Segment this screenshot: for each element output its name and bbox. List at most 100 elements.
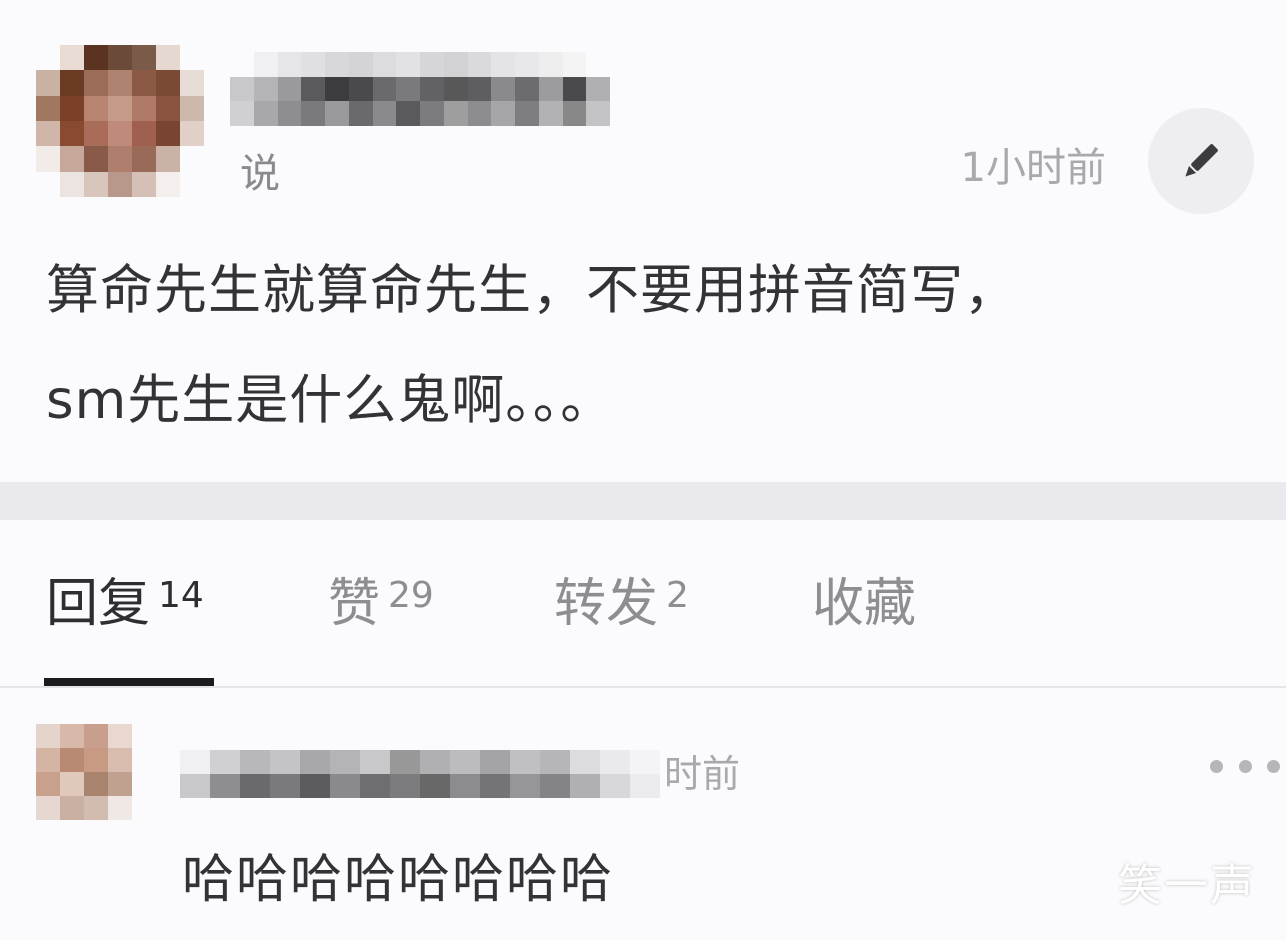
mosaic-pixel <box>108 772 132 796</box>
mosaic-pixel <box>240 774 270 798</box>
mosaic-pixel <box>330 774 360 798</box>
mosaic-pixel <box>540 750 570 774</box>
mosaic-pixel <box>586 52 610 77</box>
mosaic-pixel <box>84 70 108 96</box>
tab-like-label: 赞 <box>328 574 381 634</box>
mosaic-pixel <box>443 101 468 126</box>
mosaic-pixel <box>467 76 492 102</box>
mosaic-pixel <box>240 750 270 774</box>
more-dot <box>1210 759 1223 773</box>
mosaic-pixel <box>480 750 510 774</box>
mosaic-pixel <box>180 95 204 121</box>
mosaic-pixel <box>515 76 539 102</box>
reply-author-avatar[interactable] <box>36 724 132 820</box>
author-name-blurred[interactable] <box>230 52 610 126</box>
mosaic-pixel <box>180 45 204 71</box>
section-divider <box>0 482 1286 520</box>
more-options-button[interactable] <box>1210 746 1280 786</box>
mosaic-pixel <box>84 95 108 121</box>
mosaic-pixel <box>301 52 325 77</box>
mosaic-pixel <box>538 101 563 126</box>
mosaic-pixel <box>132 171 156 197</box>
edit-button[interactable] <box>1148 108 1254 214</box>
mosaic-pixel <box>180 146 204 172</box>
author-avatar[interactable] <box>36 45 204 197</box>
mosaic-pixel <box>36 95 60 121</box>
mosaic-pixel <box>230 76 254 102</box>
mosaic-pixel <box>396 52 420 77</box>
tab-repost-label: 转发 <box>554 574 659 634</box>
mosaic-pixel <box>36 70 60 96</box>
mosaic-pixel <box>515 101 539 126</box>
mosaic-pixel <box>420 101 444 126</box>
mosaic-pixel <box>396 101 420 126</box>
post-text: 算命先生就算命先生，不要用拼音简写， sm先生是什么鬼啊。。。 <box>46 236 1246 456</box>
tab-reply-count: 14 <box>158 575 204 616</box>
mosaic-pixel <box>348 52 373 77</box>
mosaic-pixel <box>325 52 349 77</box>
mosaic-pixel <box>630 750 660 774</box>
tab-repost[interactable]: 转发 2 <box>554 568 689 640</box>
mosaic-pixel <box>156 146 180 172</box>
watermark: 笑一声 <box>1118 860 1256 911</box>
mosaic-pixel <box>301 101 325 126</box>
mosaic-pixel <box>36 45 60 71</box>
mosaic-pixel <box>230 101 254 126</box>
mosaic-pixel <box>156 70 180 96</box>
mosaic-pixel <box>132 95 156 121</box>
post-text-line-1: 算命先生就算命先生，不要用拼音简写， <box>46 260 1018 321</box>
mosaic-pixel <box>60 748 84 772</box>
mosaic-pixel <box>360 774 390 798</box>
mosaic-pixel <box>277 52 302 77</box>
mosaic-pixel <box>443 52 468 77</box>
mosaic-pixel <box>84 171 108 197</box>
mosaic-pixel <box>570 750 600 774</box>
mosaic-pixel <box>600 750 630 774</box>
mosaic-pixel <box>180 774 210 798</box>
tab-reply-label: 回复 <box>46 574 151 634</box>
mosaic-pixel <box>36 796 60 820</box>
mosaic-pixel <box>540 774 570 798</box>
more-dot <box>1267 759 1280 773</box>
mosaic-pixel <box>108 724 132 748</box>
mosaic-pixel <box>420 750 450 774</box>
reply-time: 时前 <box>664 752 741 796</box>
mosaic-pixel <box>60 95 84 121</box>
mosaic-pixel <box>210 774 240 798</box>
mosaic-pixel <box>538 52 563 77</box>
reply-author-name-blurred[interactable] <box>180 750 660 798</box>
mosaic-pixel <box>630 774 660 798</box>
tab-like[interactable]: 赞 29 <box>328 568 434 640</box>
mosaic-pixel <box>420 774 450 798</box>
mosaic-pixel <box>84 772 108 796</box>
mosaic-pixel <box>108 45 132 71</box>
mosaic-pixel <box>330 750 360 774</box>
mosaic-pixel <box>467 101 492 126</box>
post-time: 1小时前 <box>960 145 1106 191</box>
mosaic-pixel <box>510 774 540 798</box>
mosaic-pixel <box>420 76 444 102</box>
reply-item: 时前 哈哈哈哈哈哈哈哈 <box>0 688 1286 940</box>
mosaic-pixel <box>108 748 132 772</box>
mosaic-pixel <box>300 774 330 798</box>
mosaic-pixel <box>180 171 204 197</box>
mosaic-pixel <box>325 76 349 102</box>
mosaic-pixel <box>60 796 84 820</box>
mosaic-pixel <box>443 76 468 102</box>
tab-favorite[interactable]: 收藏 <box>812 568 916 640</box>
mosaic-pixel <box>108 796 132 820</box>
mosaic-pixel <box>108 70 132 96</box>
mosaic-pixel <box>36 146 60 172</box>
mosaic-pixel <box>480 774 510 798</box>
mosaic-pixel <box>108 146 132 172</box>
mosaic-pixel <box>562 76 587 102</box>
said-label: 说 <box>240 151 280 197</box>
mosaic-pixel <box>210 750 240 774</box>
mosaic-pixel <box>84 748 108 772</box>
tab-reply[interactable]: 回复 14 <box>46 568 204 640</box>
mosaic-pixel <box>562 52 587 77</box>
mosaic-pixel <box>180 121 204 147</box>
mosaic-pixel <box>36 748 60 772</box>
mosaic-pixel <box>253 52 278 77</box>
tab-like-count: 29 <box>388 575 434 616</box>
